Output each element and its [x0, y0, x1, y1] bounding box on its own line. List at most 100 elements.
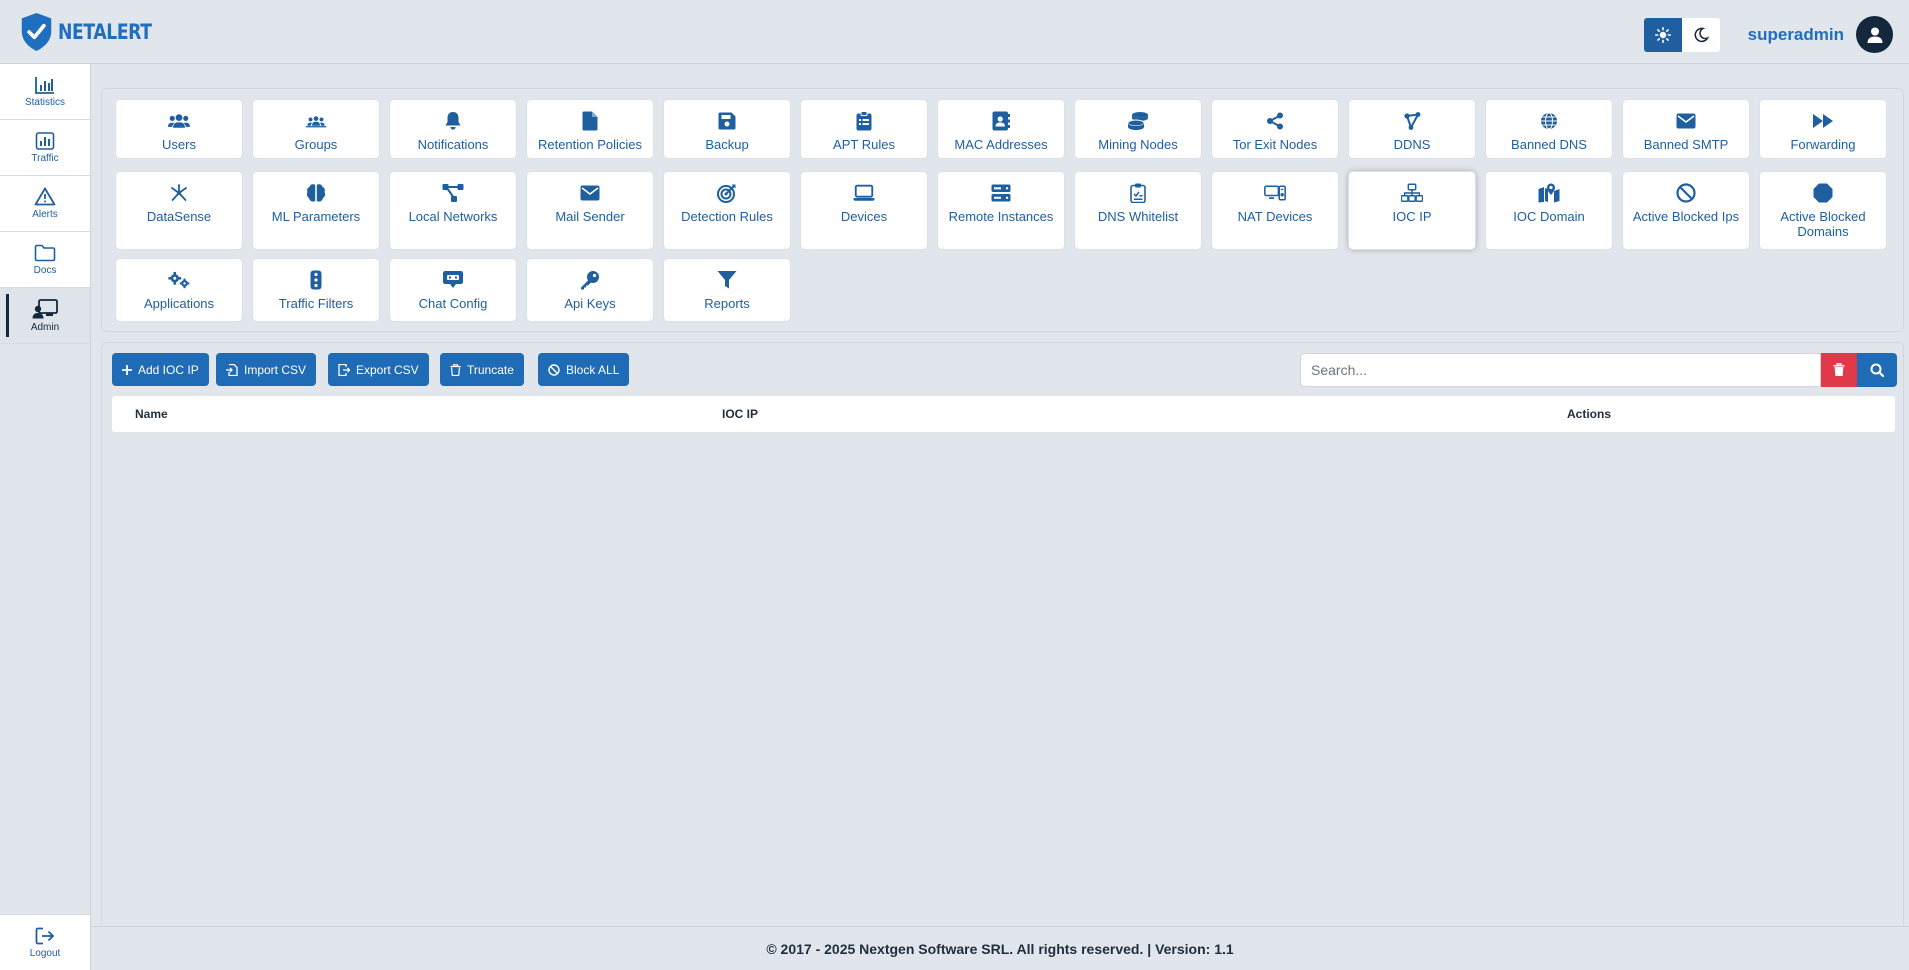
tile-datasense[interactable]: DataSense [115, 171, 243, 250]
search-input[interactable] [1300, 353, 1821, 387]
logout-icon [35, 927, 54, 944]
shield-check-icon [21, 12, 52, 51]
tile-mac-addresses[interactable]: MAC Addresses [937, 99, 1065, 159]
users-icon [168, 110, 190, 132]
user-icon [1867, 27, 1882, 43]
server-icon [990, 182, 1012, 204]
tile-label: Chat Config [418, 296, 488, 311]
tile-label: IOC Domain [1513, 209, 1585, 224]
tile-groups[interactable]: Groups [252, 99, 380, 159]
laptop-icon [853, 182, 875, 204]
username[interactable]: superadmin [1748, 25, 1844, 45]
sidebar-item-admin[interactable]: Admin [0, 288, 90, 344]
tile-label: Traffic Filters [278, 296, 354, 311]
sidebar-item-label: Alerts [32, 209, 58, 220]
sidebar-item-alerts[interactable]: Alerts [0, 176, 90, 232]
tile-notifications[interactable]: Notifications [389, 99, 517, 159]
export-csv-button[interactable]: Export CSV [328, 353, 429, 386]
sidebar-item-logout[interactable]: Logout [0, 914, 90, 970]
sidebar-item-label: Logout [29, 947, 61, 959]
block-all-button[interactable]: Block ALL [538, 353, 630, 386]
tile-backup[interactable]: Backup [663, 99, 791, 159]
copyright-text: © 2017 - 2025 Nextgen Software SRL. All … [766, 940, 1234, 957]
file-export-icon [338, 363, 350, 376]
search-icon [1870, 363, 1884, 377]
import-csv-button[interactable]: Import CSV [216, 353, 317, 386]
sidebar: Statistics Traffic Alerts Docs Admin Log… [0, 64, 91, 970]
desktop-tower-icon [1264, 182, 1286, 204]
sidebar-item-statistics[interactable]: Statistics [0, 64, 90, 120]
tile-ml-parameters[interactable]: ML Parameters [252, 171, 380, 250]
tile-label: DNS Whitelist [1097, 209, 1179, 224]
tile-devices[interactable]: Devices [800, 171, 928, 250]
plus-icon [122, 364, 132, 375]
tile-ioc-domain[interactable]: IOC Domain [1485, 171, 1613, 250]
truncate-button[interactable]: Truncate [440, 353, 524, 386]
dark-theme-button[interactable] [1681, 17, 1720, 52]
tile-label: Applications [143, 296, 215, 311]
sidebar-item-label: Docs [33, 264, 57, 276]
tile-label: DataSense [146, 209, 212, 224]
sun-icon [1654, 26, 1671, 43]
column-actions: Actions [1567, 407, 1612, 421]
sidebar-item-label: Traffic [31, 152, 59, 164]
trash-icon [450, 363, 461, 376]
funnel-icon [716, 269, 738, 291]
tile-label: MAC Addresses [954, 137, 1048, 152]
tile-forwarding[interactable]: Forwarding [1759, 99, 1887, 159]
top-header: NETALERT superadmin [0, 0, 1909, 64]
column-ioc-ip[interactable]: IOC IP [722, 407, 758, 421]
tile-traffic-filters[interactable]: Traffic Filters [252, 258, 380, 322]
chat-bot-icon [442, 269, 464, 291]
ban-icon [1675, 182, 1697, 204]
tile-local-networks[interactable]: Local Networks [389, 171, 517, 250]
import-csv-label: Import CSV [244, 362, 307, 377]
clipboard-list-icon [853, 110, 875, 132]
tile-active-blocked-domains[interactable]: Active Blocked Domains [1759, 171, 1887, 250]
envelope-icon [579, 182, 601, 204]
add-ioc-ip-button[interactable]: Add IOC IP [112, 353, 209, 386]
tile-detection-rules[interactable]: Detection Rules [663, 171, 791, 250]
clear-search-button[interactable] [1821, 353, 1857, 387]
tile-ddns[interactable]: DDNS [1348, 99, 1476, 159]
tile-label: Active Blocked Ips [1632, 209, 1740, 224]
moon-icon [1694, 27, 1709, 42]
tile-reports[interactable]: Reports [663, 258, 791, 322]
tile-applications[interactable]: Applications [115, 258, 243, 322]
export-csv-label: Export CSV [356, 362, 419, 377]
tile-apt-rules[interactable]: APT Rules [800, 99, 928, 159]
tile-api-keys[interactable]: Api Keys [526, 258, 654, 322]
search-button[interactable] [1857, 353, 1897, 387]
tile-ioc-ip[interactable]: IOC IP [1348, 171, 1476, 250]
table-header: Name IOC IP Actions [112, 396, 1895, 432]
tile-chat-config[interactable]: Chat Config [389, 258, 517, 322]
tile-users[interactable]: Users [115, 99, 243, 159]
file-icon [579, 110, 601, 132]
share-nodes-icon [1264, 110, 1286, 132]
traffic-chart-icon [35, 131, 55, 150]
brand-logo[interactable]: NETALERT [19, 12, 172, 52]
sidebar-item-docs[interactable]: Docs [0, 232, 90, 288]
tile-nat-devices[interactable]: NAT Devices [1211, 171, 1339, 250]
light-theme-button[interactable] [1643, 17, 1682, 52]
tile-banned-dns[interactable]: Banned DNS [1485, 99, 1613, 159]
tile-remote-instances[interactable]: Remote Instances [937, 171, 1065, 250]
sidebar-item-traffic[interactable]: Traffic [0, 120, 90, 176]
sidebar-item-label: Statistics [24, 96, 65, 108]
forward-icon [1812, 110, 1834, 132]
admin-tiles-panel: Users Groups Notifications Retention Pol… [101, 88, 1904, 332]
tile-mail-sender[interactable]: Mail Sender [526, 171, 654, 250]
tile-banned-smtp[interactable]: Banned SMTP [1622, 99, 1750, 159]
truncate-label: Truncate [467, 362, 514, 377]
tile-active-blocked-ips[interactable]: Active Blocked Ips [1622, 171, 1750, 250]
user-avatar[interactable] [1856, 16, 1893, 53]
tile-label: Remote Instances [948, 209, 1054, 224]
column-name[interactable]: Name [135, 407, 168, 421]
tile-retention-policies[interactable]: Retention Policies [526, 99, 654, 159]
tile-dns-whitelist[interactable]: DNS Whitelist [1074, 171, 1202, 250]
tile-tor-exit-nodes[interactable]: Tor Exit Nodes [1211, 99, 1339, 159]
tile-label: Mining Nodes [1098, 137, 1178, 152]
address-book-icon [990, 110, 1012, 132]
tile-mining-nodes[interactable]: Mining Nodes [1074, 99, 1202, 159]
floppy-disk-icon [716, 110, 738, 132]
